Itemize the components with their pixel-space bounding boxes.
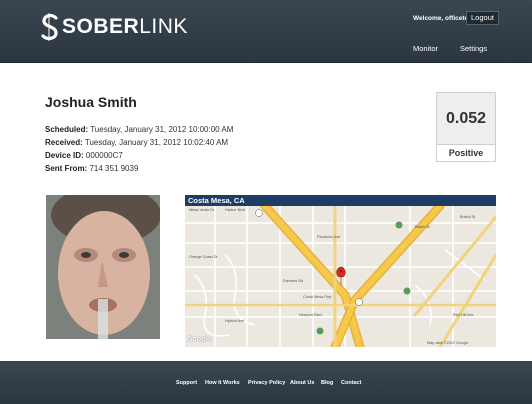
- map-street-label: Bristol St: [460, 215, 476, 219]
- welcome-text: Welcome, officetest: [413, 15, 474, 22]
- sent-from-label: Sent From:: [45, 164, 88, 173]
- footer-link-privacy-policy[interactable]: Privacy Policy: [248, 380, 285, 386]
- sent-from-row: Sent From: 714 351 9039: [45, 164, 138, 173]
- map-street-label: Red Hill Ave: [453, 313, 474, 317]
- device-label: Device ID:: [45, 151, 84, 160]
- sent-from-value: 714 351 9039: [89, 164, 139, 173]
- map-street-label: Baker St: [415, 225, 430, 229]
- footer-link-how-it-works[interactable]: How It Works: [205, 380, 240, 386]
- nav-settings[interactable]: Settings: [460, 44, 487, 53]
- user-name: Joshua Smith: [45, 94, 137, 110]
- map-street-label: Paularino Ave: [317, 235, 341, 239]
- map-street-label: Orange Coast Dr: [189, 255, 218, 259]
- map-street-label: Fairview Rd: [283, 279, 304, 283]
- footer: Support How It Works Privacy Policy Abou…: [0, 361, 532, 404]
- footer-link-contact[interactable]: Contact: [341, 380, 361, 386]
- bac-result-box: 0.052 Positive: [436, 92, 496, 162]
- result-status: Positive: [448, 148, 484, 158]
- map-title-bar: Costa Mesa, CA: [185, 195, 496, 206]
- scheduled-label: Scheduled:: [45, 125, 89, 134]
- footer-link-about-us[interactable]: About Us: [290, 380, 314, 386]
- map-title: Costa Mesa, CA: [188, 196, 245, 205]
- scheduled-row: Scheduled: Tuesday, January 31, 2012 10:…: [45, 125, 233, 134]
- brand-name: SOBERLINK: [62, 15, 188, 38]
- test-photo: [46, 195, 160, 339]
- map-street-label: Newport Blvd: [299, 313, 322, 317]
- received-label: Received:: [45, 138, 83, 147]
- soberlink-logo[interactable]: SOBERLINK: [40, 12, 188, 42]
- logout-button[interactable]: Logout: [466, 11, 499, 25]
- map-copyright: Map data ©2012 Google: [427, 341, 469, 345]
- received-row: Received: Tuesday, January 31, 2012 10:0…: [45, 138, 228, 147]
- map-street-label: Costa Mesa Fwy: [303, 295, 332, 299]
- footer-link-blog[interactable]: Blog: [321, 380, 333, 386]
- map-street-label: Hyland Ave: [225, 319, 245, 323]
- location-map[interactable]: Costa Mesa, CA Mesa Verde Dr Harbor Blvd…: [185, 195, 496, 347]
- bac-value: 0.052: [437, 93, 495, 145]
- scheduled-value: Tuesday, January 31, 2012 10:00:00 AM: [90, 125, 234, 134]
- device-value: 000000C7: [85, 151, 123, 160]
- footer-link-support[interactable]: Support: [176, 380, 197, 386]
- device-row: Device ID: 000000C7: [45, 151, 123, 160]
- received-value: Tuesday, January 31, 2012 10:02:40 AM: [84, 138, 229, 147]
- nav-monitor[interactable]: Monitor: [413, 44, 438, 53]
- soberlink-s-icon: [40, 12, 60, 42]
- google-logo: Google: [187, 336, 212, 343]
- map-street-label: Mesa Verde Dr: [189, 208, 215, 212]
- map-street-label: Harbor Blvd: [225, 208, 246, 212]
- top-header: SOBERLINK Welcome, officetest Logout Mon…: [0, 0, 532, 63]
